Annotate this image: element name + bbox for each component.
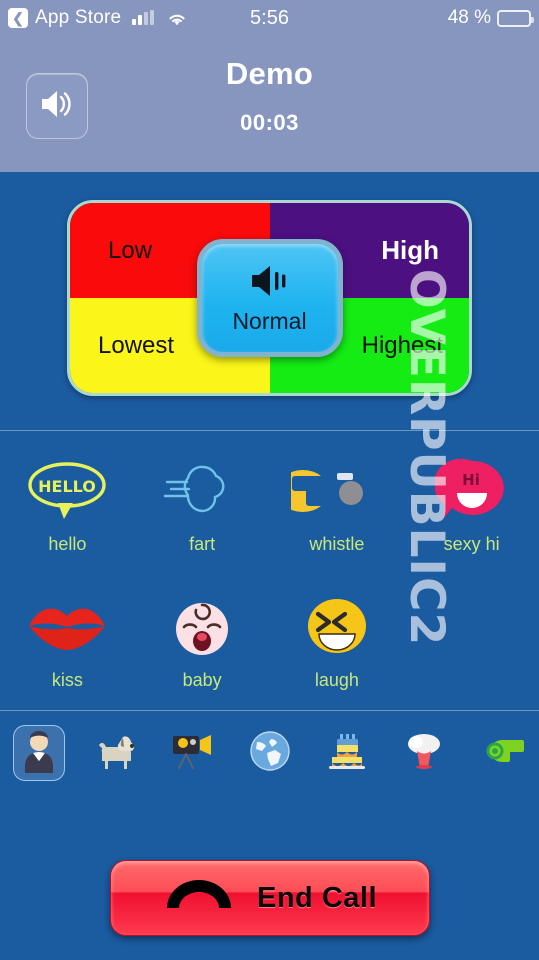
speaker-volume-icon [246,261,294,306]
birthday-cake-icon [324,730,370,777]
chevron-left-icon[interactable]: ❮ [8,8,28,28]
fart-cloud-icon [163,454,241,526]
sound-label: laugh [314,670,359,690]
status-bar-right: 48 % [448,7,539,29]
sound-label: sexy hi [443,534,500,554]
call-timer: 00:03 [240,110,299,135]
svg-text:Hi: Hi [462,471,480,489]
category-tab-animals[interactable] [77,712,154,794]
volume-option-normal[interactable]: Normal [196,239,343,357]
cellular-signal-icon [132,10,155,25]
whistle-green-icon [478,734,524,773]
sound-label: fart [189,534,216,554]
volume-selector: Low High Lowest Highest Normal [67,200,472,396]
category-tab-bar [0,712,539,794]
category-tab-explosion[interactable] [385,712,462,794]
divider-categories [0,710,539,711]
baby-face-icon [166,590,238,662]
battery-percent-label: 48 % [447,7,491,28]
sound-grid-row: kiss baby laugh [0,576,539,712]
category-tab-movies[interactable] [154,712,231,794]
sound-item-empty [404,576,539,712]
sound-item-whistle[interactable]: whistle [270,440,405,576]
divider-top [0,430,539,431]
status-bar: ❮ App Store 5:56 48 % [0,0,539,36]
explosion-icon [402,729,446,778]
category-tab-party[interactable] [308,712,385,794]
wifi-icon [167,11,187,26]
whistle-icon [290,454,383,526]
sound-label: kiss [51,670,83,690]
lips-kiss-icon [25,590,109,662]
end-call-button[interactable]: End Call [110,860,430,936]
call-header: Demo 00:03 [0,36,539,172]
laughing-face-icon [302,590,372,662]
movie-camera-icon [170,730,216,777]
globe-icon [249,730,291,777]
dog-icon [93,731,139,776]
phone-handset-icon [163,876,235,921]
sound-item-baby[interactable]: baby [135,576,270,712]
page-title: Demo [225,56,314,91]
sound-label: hello [48,534,87,554]
sound-item-kiss[interactable]: kiss [0,576,135,712]
sound-item-fart[interactable]: fart [135,440,270,576]
category-tab-world[interactable] [231,712,308,794]
person-icon [20,729,58,778]
category-tab-people[interactable] [0,712,77,794]
sound-label: whistle [309,534,365,554]
sound-item-laugh[interactable]: laugh [270,576,405,712]
sound-label: baby [182,670,222,690]
sound-grid: HELLO hello fart whistle Hi sexy hi kiss… [0,440,539,712]
category-tab-whistles[interactable] [462,712,539,794]
hello-speech-bubble-icon: HELLO [26,454,108,526]
volume-normal-label: Normal [232,308,307,334]
svg-text:HELLO: HELLO [39,477,97,496]
status-bar-back-label[interactable]: App Store [35,7,121,29]
end-call-label: End Call [256,881,377,914]
status-bar-left: ❮ App Store [0,7,187,29]
sound-item-hello[interactable]: HELLO hello [0,440,135,576]
app-root: ❮ App Store 5:56 48 % Demo 00:03 Low Hig… [0,0,539,960]
sound-item-sexy-hi[interactable]: Hi sexy hi [404,440,539,576]
hi-speech-bubble-icon: Hi [434,454,509,526]
battery-icon [497,9,534,27]
sound-grid-row: HELLO hello fart whistle Hi sexy hi [0,440,539,576]
